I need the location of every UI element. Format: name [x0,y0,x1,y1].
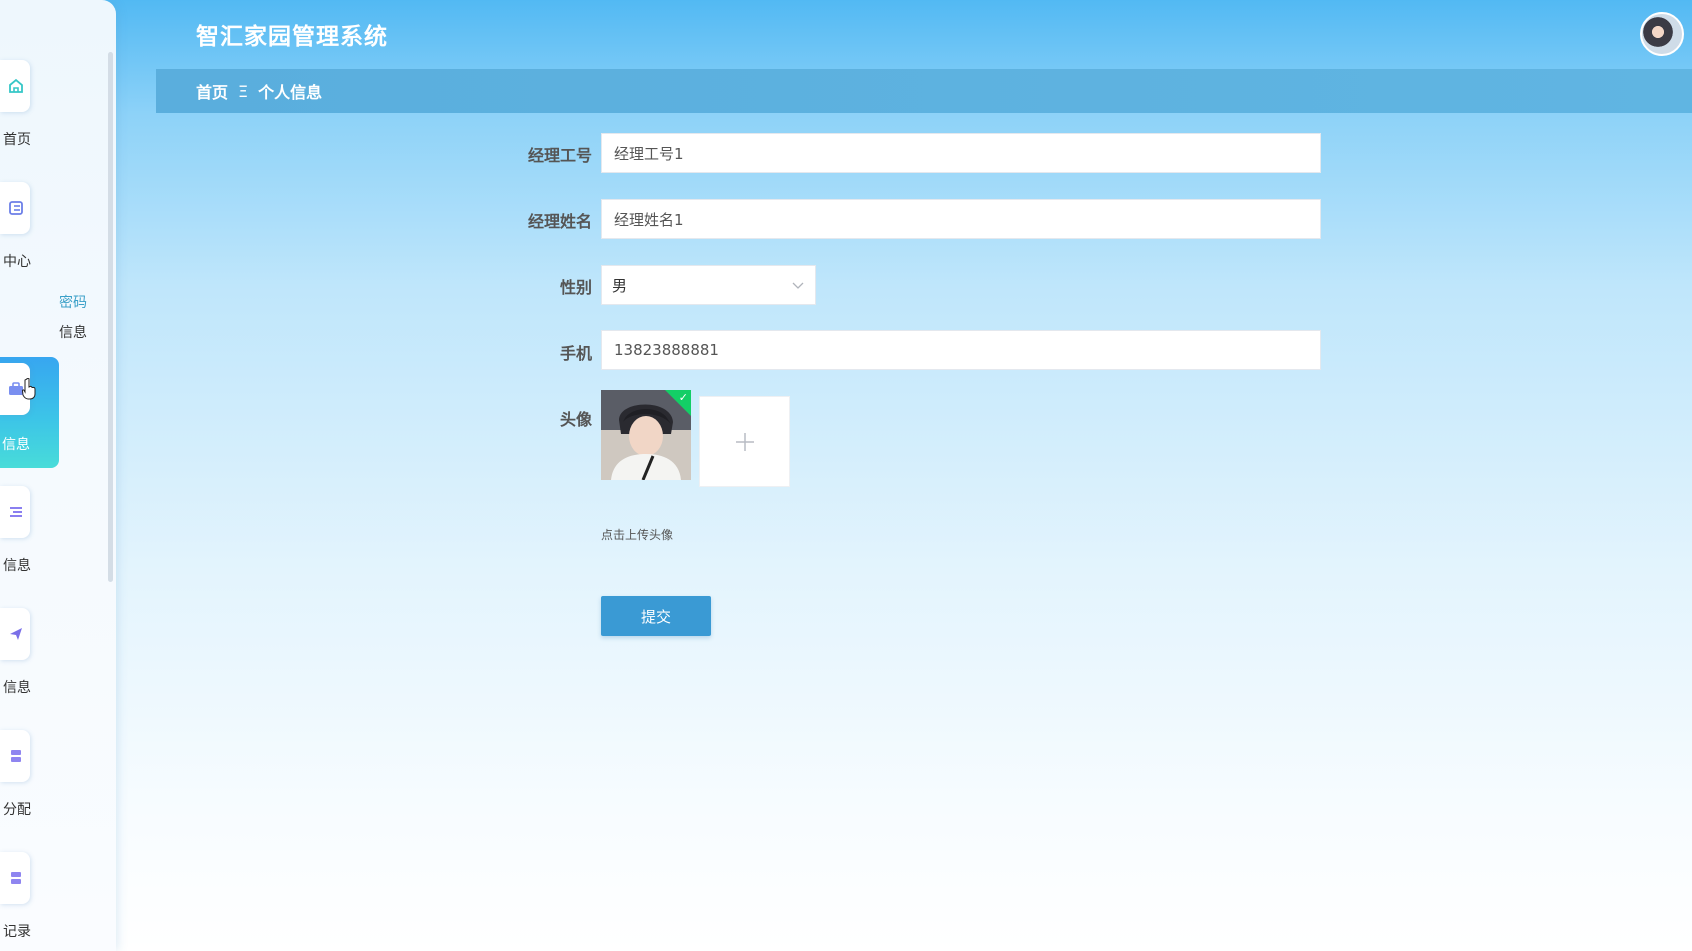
sidebar-item-send[interactable]: 信息 [0,608,60,703]
breadcrumb: 首页 Ξ 个人信息 [156,69,1692,113]
sidebar-subitem-password[interactable]: 密码 [59,292,87,312]
manager-name-value: 经理姓名1 [614,210,684,229]
sidebar-icon-box [0,730,30,782]
avatar-label: 头像 [559,410,592,429]
breadcrumb-home[interactable]: 首页 [196,79,228,103]
submit-button[interactable]: 提交 [601,596,711,636]
breadcrumb-separator: Ξ [238,81,249,101]
avatar-upload-button[interactable] [699,396,790,487]
user-avatar[interactable] [1640,12,1684,56]
manager-name-input[interactable]: 经理姓名1 [601,199,1321,239]
sidebar-item-label: 分配 [3,802,31,818]
gender-label: 性别 [559,278,592,297]
sidebar-item-center[interactable]: 中心 [0,182,60,277]
send-icon [10,628,22,640]
sidebar-item-label: 信息 [2,437,30,453]
app-title: 智汇家园管理系统 [196,24,388,50]
sidebar-icon-box [0,608,30,660]
manager-id-value: 经理工号1 [614,144,684,163]
check-icon: ✓ [678,391,688,404]
card-icon [9,201,23,215]
manager-name-label: 经理姓名 [527,212,592,231]
phone-value: 13823888881 [614,341,719,359]
gender-value: 男 [612,276,628,295]
breadcrumb-current: 个人信息 [258,83,323,102]
sidebar-item-list[interactable]: 信息 [0,486,60,581]
sidebar-item-label: 中心 [3,254,31,270]
sidebar-icon-box [0,60,30,112]
sidebar-item-label: 首页 [3,132,31,148]
sidebar-item-records[interactable]: 记录 [0,852,60,947]
sidebar-icon-box [0,852,30,904]
gender-select[interactable]: 男 [601,265,816,305]
plus-icon [735,432,754,451]
phone-label: 手机 [559,344,592,363]
sidebar-icon-box [0,486,30,538]
grid-icon [11,872,21,884]
avatar-upload-hint: 点击上传头像 [601,528,674,542]
manager-id-input[interactable]: 经理工号1 [601,133,1321,173]
sidebar-item-label: 信息 [3,558,31,574]
chevron-down-icon [792,282,804,289]
sidebar-item-label: 记录 [3,924,31,940]
sidebar-item-home[interactable]: 首页 [0,60,60,155]
avatar-preview-image[interactable]: ✓ [601,390,691,480]
list-icon [10,507,22,517]
sidebar-item-label: 信息 [3,680,31,696]
sidebar-scrollbar[interactable] [108,52,113,582]
phone-input[interactable]: 13823888881 [601,330,1321,370]
manager-id-label: 经理工号 [527,146,592,165]
sidebar: 首页 中心 密码 信息 信息 信息 信息 分配 记录 [0,0,116,951]
grid-icon [11,750,21,762]
sidebar-item-assign[interactable]: 分配 [0,730,60,825]
hand-cursor-icon [22,378,36,400]
sidebar-item-active[interactable]: 信息 [0,357,59,468]
sidebar-subitem-info[interactable]: 信息 [59,322,87,342]
home-icon [9,78,23,93]
sidebar-icon-box [0,182,30,234]
